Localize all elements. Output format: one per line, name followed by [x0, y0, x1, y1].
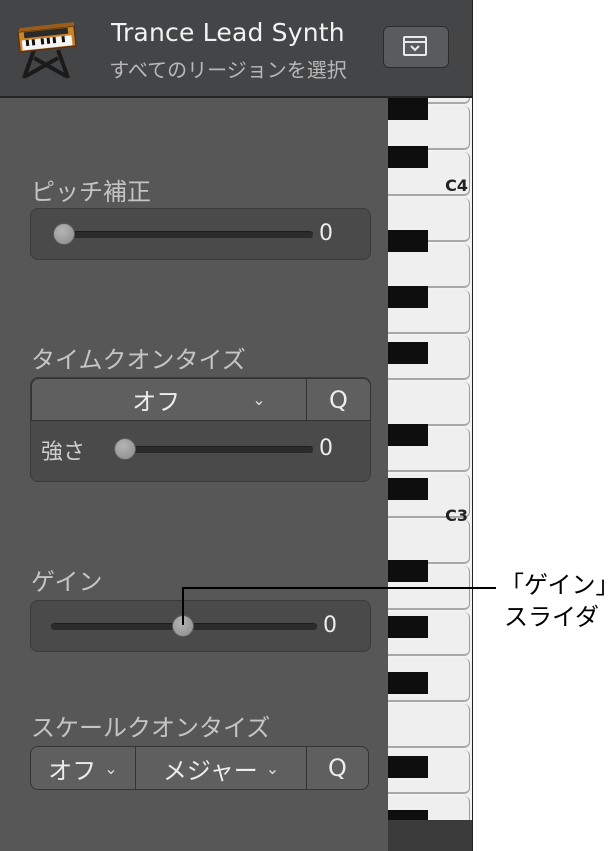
time-quantize-selected: オフ [132, 388, 181, 416]
octave-label-c4: C4 [445, 176, 468, 195]
black-key[interactable] [388, 98, 428, 120]
inspector-body: ピッチ補正 0 タイムクオンタイズ オフ ⌄ Q 強さ 0 ゲイン 0 スケール… [0, 98, 388, 851]
strength-label: 強さ [41, 440, 86, 465]
pitch-correction-label: ピッチ補正 [31, 178, 151, 206]
time-quantize-select[interactable]: オフ ⌄ [31, 378, 307, 421]
scale-root-selected: オフ [48, 756, 97, 785]
track-name: Trance Lead Synth [111, 18, 345, 47]
pitch-correction-value: 0 [319, 221, 333, 246]
region-inspector-panel: Trance Lead Synth すべてのリージョンを選択 ピッチ補正 0 タ… [0, 0, 473, 851]
callout-leader-horizontal [182, 587, 496, 589]
callout-leader-vertical [182, 587, 184, 625]
strength-slider-knob[interactable] [114, 438, 136, 460]
window-disclosure-icon [403, 36, 427, 56]
gain-label: ゲイン [31, 568, 103, 596]
keyboard-footer [388, 820, 472, 851]
synth-keyboard-icon [17, 22, 77, 79]
time-quantize-q-button[interactable]: Q [306, 378, 371, 421]
scale-type-select[interactable]: メジャー ⌄ [135, 746, 307, 790]
white-key[interactable] [388, 382, 470, 426]
inspector-header: Trance Lead Synth すべてのリージョンを選択 [0, 0, 472, 98]
black-key[interactable] [388, 616, 428, 638]
octave-label-c3: C3 [445, 506, 468, 525]
strength-value: 0 [319, 436, 333, 461]
gain-value: 0 [323, 613, 337, 638]
scale-quantize-q-button[interactable]: Q [306, 746, 369, 790]
black-key[interactable] [388, 424, 428, 446]
callout-gain-slider-line1: 「ゲイン」 [500, 571, 609, 599]
scale-type-selected: メジャー [162, 756, 258, 785]
black-key[interactable] [388, 478, 428, 500]
pitch-correction-slider-track[interactable] [55, 231, 313, 238]
piano-keyboard[interactable]: C4 C3 [388, 98, 472, 820]
strength-slider-track[interactable] [117, 446, 313, 453]
white-key[interactable] [388, 520, 470, 564]
black-key[interactable] [388, 560, 428, 582]
black-key[interactable] [388, 286, 428, 308]
callout-gain-slider-line2: スライダ [504, 603, 600, 631]
black-key[interactable] [388, 672, 428, 694]
selection-subtitle: すべてのリージョンを選択 [109, 58, 347, 82]
black-key[interactable] [388, 756, 428, 778]
black-key[interactable] [388, 342, 428, 364]
black-key[interactable] [388, 146, 428, 168]
chevron-down-icon: ⌄ [104, 758, 118, 778]
time-quantize-label: タイムクオンタイズ [31, 346, 246, 374]
gain-box: 0 [30, 600, 371, 652]
chevron-down-icon: ⌄ [252, 390, 266, 409]
pitch-correction-slider-knob[interactable] [53, 223, 75, 245]
chevron-down-icon: ⌄ [265, 758, 280, 778]
black-key[interactable] [388, 230, 428, 252]
black-key[interactable] [388, 810, 428, 820]
scale-root-select[interactable]: オフ ⌄ [30, 746, 136, 790]
white-key[interactable] [388, 704, 470, 748]
time-quantize-box: オフ ⌄ Q 強さ 0 [30, 377, 371, 482]
scale-quantize-label: スケールクオンタイズ [31, 714, 271, 742]
disclosure-button[interactable] [383, 26, 449, 68]
pitch-correction-box: 0 [30, 208, 371, 260]
